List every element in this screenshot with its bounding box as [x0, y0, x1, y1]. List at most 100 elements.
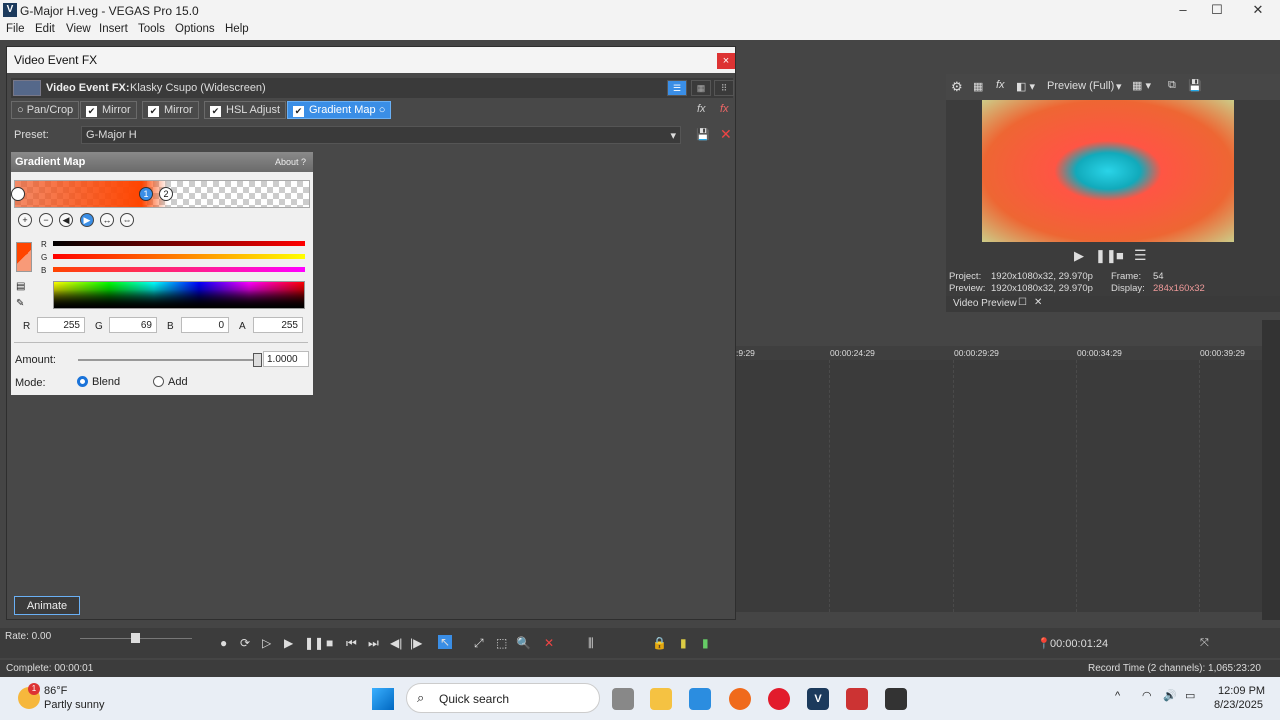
gradient-stop-1[interactable]: 1: [139, 187, 153, 201]
screen-recorder-icon[interactable]: [885, 688, 907, 710]
fx-icon[interactable]: fx: [996, 79, 1005, 91]
gear-icon[interactable]: ⚙: [951, 79, 963, 95]
next-frame-icon[interactable]: |▶: [410, 636, 422, 650]
stop-icon[interactable]: ■: [1116, 248, 1124, 263]
clock-time[interactable]: 12:09 PM: [1218, 685, 1265, 697]
g-input[interactable]: 69: [109, 317, 157, 333]
timeline-ruler[interactable]: :9:29 00:00:24:29 00:00:29:29 00:00:34:2…: [736, 346, 1262, 360]
preview-quality-dropdown[interactable]: Preview (Full): [1047, 80, 1114, 92]
maximize-icon[interactable]: ☐: [1206, 2, 1228, 20]
blend-radio[interactable]: Blend: [77, 376, 120, 388]
menu-insert[interactable]: Insert: [99, 23, 128, 35]
fx-chip-gradient-map[interactable]: ✔ Gradient Map ○: [287, 101, 392, 119]
rate-slider-thumb[interactable]: [131, 633, 140, 643]
checkbox-icon[interactable]: ✔: [86, 106, 97, 117]
zoom-tool-icon[interactable]: 🔍: [516, 636, 531, 650]
project-settings-icon[interactable]: ▦: [973, 80, 983, 93]
save-snapshot-icon[interactable]: 💾: [1188, 79, 1202, 92]
color-swatch[interactable]: [16, 242, 32, 272]
add-stop-icon[interactable]: +: [18, 213, 32, 227]
checkbox-icon[interactable]: ✔: [210, 106, 221, 117]
menu-options[interactable]: Options: [175, 23, 215, 35]
lock-icon[interactable]: 🔒: [652, 636, 667, 650]
r-slider[interactable]: [53, 241, 305, 246]
play-from-start-icon[interactable]: ▷: [262, 636, 271, 650]
move-left-icon[interactable]: ◀: [59, 213, 73, 227]
amount-slider[interactable]: [78, 353, 262, 367]
start-icon[interactable]: [372, 688, 394, 710]
delete-preset-icon[interactable]: ✕: [720, 126, 732, 143]
taskbar-search[interactable]: ⌕ Quick search: [406, 683, 600, 713]
minimize-icon[interactable]: –: [1172, 2, 1194, 20]
region-icon[interactable]: ▮: [702, 636, 709, 650]
gradient-stop-2[interactable]: 2: [159, 187, 173, 201]
view-grid-icon[interactable]: ▦: [691, 80, 711, 96]
animate-button[interactable]: Animate: [14, 596, 80, 615]
preset-dropdown[interactable]: G-Major H ▾: [81, 126, 681, 144]
loop-icon[interactable]: ⟳: [240, 636, 250, 650]
pause-icon[interactable]: ❚❚: [304, 636, 324, 650]
reverse-icon[interactable]: ⇔: [120, 213, 134, 227]
menu-icon[interactable]: ☰: [1134, 247, 1147, 264]
b-slider[interactable]: [53, 267, 305, 272]
amount-input[interactable]: 1.0000: [263, 351, 309, 367]
clock-date[interactable]: 8/23/2025: [1214, 699, 1263, 711]
copy-snapshot-icon[interactable]: ⧉: [1168, 79, 1176, 92]
menu-view[interactable]: View: [66, 23, 91, 35]
cursor-time[interactable]: 00:00:01:24: [1050, 638, 1108, 650]
menu-tools[interactable]: Tools: [138, 23, 165, 35]
g-slider[interactable]: [53, 254, 305, 259]
firefox-icon[interactable]: [729, 688, 751, 710]
dialog-title-bar[interactable]: Video Event FX: [7, 47, 735, 73]
color-spectrum[interactable]: [53, 281, 305, 309]
close-tab-icon[interactable]: ✕: [1034, 297, 1042, 308]
marker-icon[interactable]: ▮: [680, 636, 687, 650]
fx-chip-mirror-1[interactable]: ✔ Mirror: [80, 101, 137, 119]
checkbox-icon[interactable]: ✔: [293, 106, 304, 117]
menu-help[interactable]: Help: [225, 23, 249, 35]
chevron-up-icon[interactable]: ^: [1115, 690, 1120, 702]
remove-fx-icon[interactable]: fx: [720, 103, 729, 115]
save-preset-icon[interactable]: 💾: [696, 128, 710, 141]
fx-chip-mirror-2[interactable]: ✔ Mirror: [142, 101, 199, 119]
add-radio[interactable]: Add: [153, 376, 188, 388]
fx-chip-pan-crop[interactable]: ○ Pan/Crop: [11, 101, 80, 119]
envelope-tool-icon[interactable]: ⤢: [474, 636, 484, 651]
undock-icon[interactable]: ☐: [1018, 297, 1027, 308]
notepad-icon[interactable]: [689, 688, 711, 710]
app-icon[interactable]: [846, 688, 868, 710]
menu-edit[interactable]: Edit: [35, 23, 55, 35]
opera-icon[interactable]: [768, 688, 790, 710]
go-to-start-icon[interactable]: ⏮: [346, 636, 357, 651]
play-icon[interactable]: ▶: [284, 636, 293, 650]
gradient-bar[interactable]: 1 2: [11, 180, 310, 208]
battery-icon[interactable]: ▭: [1185, 689, 1195, 702]
go-to-end-icon[interactable]: ⏭: [368, 636, 379, 651]
vegas-taskbar-icon[interactable]: V: [807, 688, 829, 710]
color-model-icon[interactable]: ▤: [16, 281, 25, 292]
timeline-tracks[interactable]: [736, 360, 1262, 612]
wifi-icon[interactable]: ◠: [1142, 689, 1152, 702]
fit-icon[interactable]: ⤧: [1200, 637, 1209, 650]
about-link[interactable]: About ?: [275, 157, 306, 167]
delete-icon[interactable]: ✕: [544, 636, 554, 650]
pause-icon[interactable]: ❚❚: [1095, 248, 1117, 264]
video-preview-tab[interactable]: Video Preview ☐ ✕: [946, 296, 1280, 312]
selection-tool-icon[interactable]: ⬚: [496, 636, 507, 650]
remove-stop-icon[interactable]: −: [39, 213, 53, 227]
chevron-down-icon[interactable]: ▾: [1116, 80, 1122, 93]
record-icon[interactable]: ●: [220, 636, 227, 650]
prev-frame-icon[interactable]: ◀|: [390, 636, 402, 650]
checkbox-icon[interactable]: ✔: [148, 106, 159, 117]
close-icon[interactable]: ✕: [1247, 2, 1269, 20]
menu-file[interactable]: File: [6, 23, 25, 35]
gradient-stop-start[interactable]: [11, 187, 25, 201]
play-icon[interactable]: ▶: [1074, 248, 1084, 264]
distribute-icon[interactable]: ↔: [100, 213, 114, 227]
plug-in-chain-icon[interactable]: fx: [697, 103, 706, 115]
r-input[interactable]: 255: [37, 317, 85, 333]
fx-chip-hsl-adjust[interactable]: ✔ HSL Adjust: [204, 101, 287, 119]
dialog-close-button[interactable]: ×: [717, 53, 735, 69]
view-tiles-icon[interactable]: ⠿: [714, 80, 734, 96]
a-input[interactable]: 255: [253, 317, 303, 333]
